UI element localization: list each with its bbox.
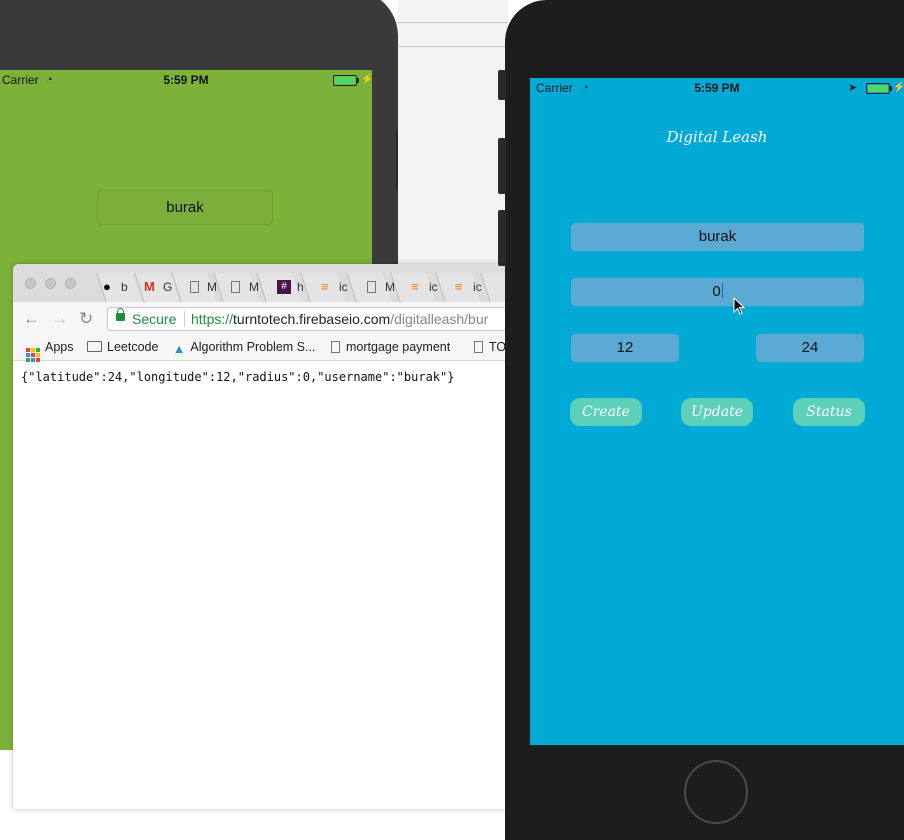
lock-icon bbox=[116, 308, 125, 321]
doc-icon bbox=[190, 281, 199, 293]
address-divider bbox=[184, 311, 185, 327]
status-time: 5:59 PM bbox=[163, 73, 209, 87]
slack-hash-icon: # bbox=[277, 280, 291, 294]
doc-icon bbox=[331, 341, 340, 353]
mute-switch bbox=[498, 70, 506, 100]
right-status-bar: Carrier ◔ 5:59 PM ➤ ⚡ bbox=[530, 78, 904, 98]
secure-label: Secure bbox=[132, 311, 177, 327]
tab-label: G bbox=[163, 280, 173, 294]
bookmark-to[interactable]: TO bbox=[474, 340, 505, 355]
reload-icon[interactable]: ↻ bbox=[79, 310, 93, 328]
algorithm-site-icon: ▲ bbox=[173, 342, 186, 356]
bookmark-mortgage[interactable]: mortgage payment bbox=[331, 340, 450, 355]
tab-label: b bbox=[121, 280, 128, 294]
window-close-button[interactable] bbox=[25, 278, 36, 289]
browser-tab[interactable] bbox=[480, 273, 505, 302]
home-button[interactable] bbox=[684, 760, 748, 824]
tab-label: ic bbox=[339, 280, 348, 294]
text-caret bbox=[721, 283, 723, 298]
bookmarks-bar: Apps Leetcode ▲ Algorithm Problem S... mo… bbox=[13, 336, 505, 362]
back-arrow-icon[interactable]: ← bbox=[23, 310, 40, 328]
tab-label: M bbox=[249, 280, 259, 294]
location-arrow-icon: ➤ bbox=[848, 82, 858, 94]
address-bar[interactable]: Secure https://turntotech.firebaseio.com… bbox=[107, 307, 505, 331]
mouse-pointer-icon bbox=[733, 297, 746, 315]
battery-icon bbox=[866, 83, 892, 94]
volume-up-button bbox=[498, 138, 506, 194]
bookmark-apps[interactable]: Apps bbox=[26, 340, 74, 362]
browser-toolbar: ← → ↻ Secure https://turntotech.firebase… bbox=[13, 302, 505, 336]
longitude-field[interactable]: 12 bbox=[571, 334, 679, 362]
gmail-icon: M bbox=[144, 279, 155, 294]
github-icon: ● bbox=[103, 279, 111, 294]
window-minimize-button[interactable] bbox=[45, 278, 56, 289]
forward-arrow-icon[interactable]: → bbox=[51, 310, 68, 328]
tab-label: ic bbox=[473, 280, 482, 294]
bookmark-leetcode[interactable]: Leetcode bbox=[87, 340, 158, 355]
tab-label: ic bbox=[429, 280, 438, 294]
doc-icon bbox=[474, 341, 483, 353]
status-button[interactable]: Status bbox=[793, 398, 865, 426]
bookmark-algorithm[interactable]: ▲ Algorithm Problem S... bbox=[173, 340, 315, 357]
stackoverflow-icon: ≡ bbox=[321, 279, 329, 294]
url-text: https://turntotech.firebaseio.com/digita… bbox=[191, 311, 489, 327]
create-button[interactable]: Create bbox=[570, 398, 642, 426]
doc-icon bbox=[367, 281, 376, 293]
tab-bar: ● b M G M M # h ≡ ic M ≡ ic ≡ ic bbox=[13, 264, 505, 302]
volume-down-button bbox=[498, 210, 506, 266]
left-username-field[interactable]: burak bbox=[97, 190, 273, 225]
radius-value: 0 bbox=[712, 283, 721, 300]
latitude-field[interactable]: 24 bbox=[756, 334, 864, 362]
folder-icon bbox=[87, 341, 102, 352]
json-response-text: {"latitude":24,"longitude":12,"radius":0… bbox=[21, 370, 455, 384]
username-field[interactable]: burak bbox=[571, 223, 864, 251]
update-button[interactable]: Update bbox=[681, 398, 753, 426]
charging-icon: ⚡ bbox=[361, 74, 374, 85]
apps-grid-icon bbox=[26, 348, 40, 362]
stackoverflow-icon: ≡ bbox=[411, 279, 419, 294]
left-status-bar: Carrier ◔ 5:59 PM ⚡ bbox=[0, 70, 374, 90]
chrome-browser-window: ● b M G M M # h ≡ ic M ≡ ic ≡ ic ← → ↻ S… bbox=[13, 264, 505, 809]
stackoverflow-icon: ≡ bbox=[455, 279, 463, 294]
charging-icon: ⚡ bbox=[893, 82, 904, 93]
doc-icon bbox=[231, 281, 240, 293]
radius-field[interactable]: 0 bbox=[571, 278, 864, 306]
digital-leash-app-screen: Carrier ◔ 5:59 PM ➤ ⚡ Digital Leash bura… bbox=[530, 78, 904, 745]
battery-icon bbox=[333, 75, 359, 86]
window-maximize-button[interactable] bbox=[65, 278, 76, 289]
app-title: Digital Leash bbox=[666, 128, 768, 146]
